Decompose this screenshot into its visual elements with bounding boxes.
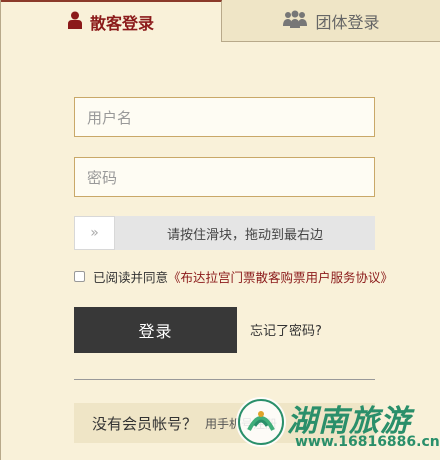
agreement-row: 已阅读并同意 《布达拉宫门票散客购票用户服务协议》 [74, 267, 414, 285]
register-text: 没有会员帐号？ [92, 414, 198, 433]
login-tabs: 散客登录 团体登录 [1, 0, 440, 42]
slider-captcha: » 请按住滑块，拖动到最右边 [74, 216, 375, 250]
login-panel: 散客登录 团体登录 用户名 密码 » 请按住滑块，拖动到最右边 已阅读并同意 《… [0, 0, 440, 460]
double-chevron-right-icon: » [90, 225, 99, 241]
tab-individual-login[interactable]: 散客登录 [1, 0, 222, 42]
slider-instruction: 请按住滑块，拖动到最右边 [166, 227, 323, 243]
watermark: 湖南旅游 www.16816886.cn [235, 390, 440, 460]
slider-handle[interactable]: » [74, 216, 115, 250]
agree-prefix: 已阅读并同意 [93, 269, 169, 285]
username-placeholder: 用户名 [87, 108, 133, 127]
username-field[interactable]: 用户名 [74, 97, 375, 137]
password-field[interactable]: 密码 [74, 157, 375, 197]
login-button[interactable]: 登录 [74, 307, 237, 353]
agree-checkbox[interactable] [74, 270, 85, 282]
tab-group-login[interactable]: 团体登录 [222, 0, 440, 42]
divider [74, 379, 375, 380]
tab-individual-label: 散客登录 [89, 14, 154, 33]
group-icon [283, 10, 308, 32]
watermark-logo-icon [236, 397, 286, 447]
forgot-password-link[interactable]: 忘记了密码? [250, 320, 322, 339]
watermark-url: www.16816886.cn [295, 434, 440, 450]
tab-group-label: 团体登录 [315, 12, 380, 32]
user-icon [67, 11, 82, 33]
agreement-link[interactable]: 《布达拉宫门票散客购票用户服务协议》 [168, 267, 393, 286]
password-placeholder: 密码 [87, 168, 118, 187]
